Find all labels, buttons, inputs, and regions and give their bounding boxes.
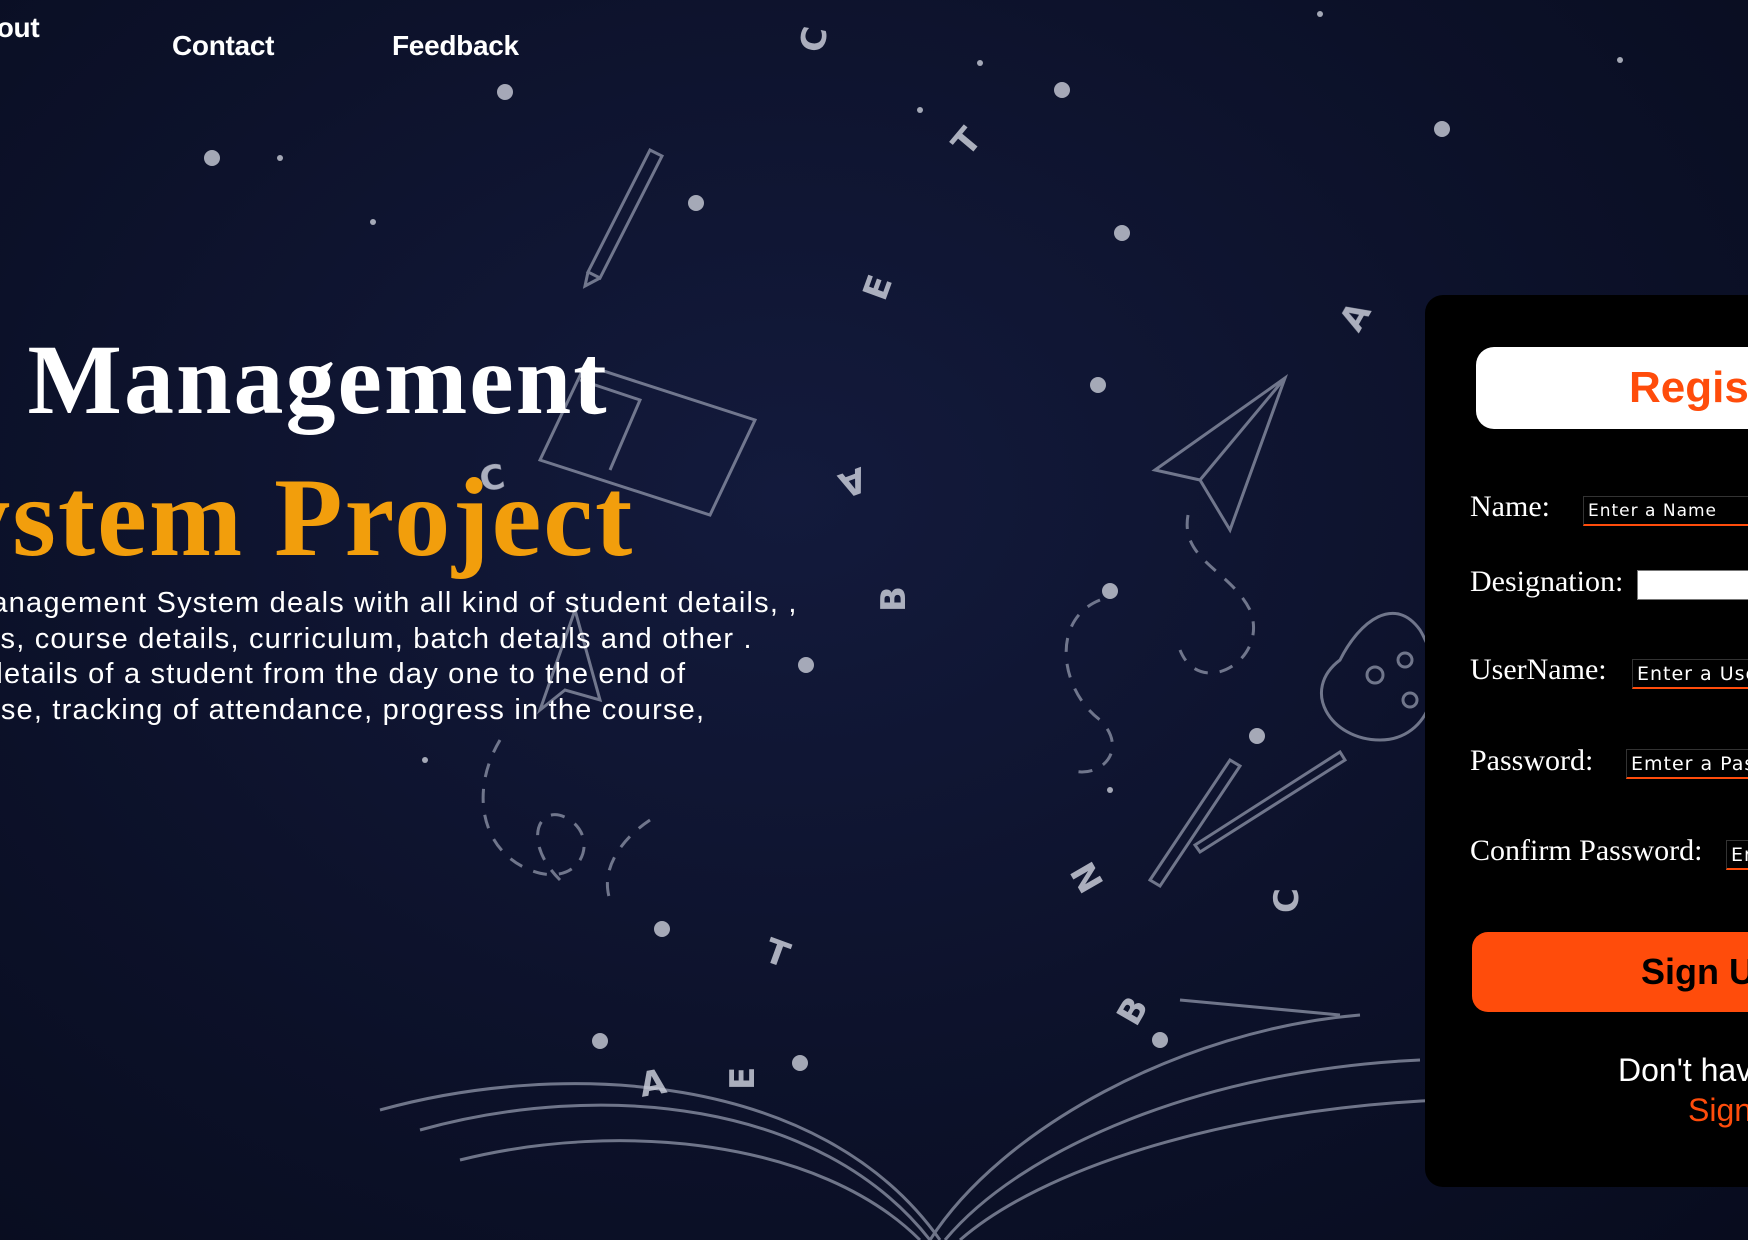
sign-in-link[interactable]: Sign In: [1688, 1092, 1748, 1129]
password-input[interactable]: [1626, 749, 1748, 779]
svg-text:A: A: [637, 1062, 671, 1106]
svg-text:A: A: [833, 458, 872, 505]
nav-contact[interactable]: Contact: [172, 30, 274, 62]
svg-text:T: T: [759, 931, 795, 977]
svg-text:N: N: [1063, 855, 1112, 900]
name-input[interactable]: [1583, 496, 1748, 526]
svg-text:E: E: [723, 1067, 763, 1090]
name-label: Name:: [1470, 490, 1550, 523]
page: C T E A A B C N C T A E B About Contact …: [0, 0, 1748, 1240]
nav-feedback[interactable]: Feedback: [392, 30, 519, 62]
hero-description: College Management System deals with all…: [0, 586, 798, 728]
svg-text:B: B: [874, 586, 914, 612]
username-label: UserName:: [1470, 653, 1607, 686]
nav-about[interactable]: About: [0, 12, 40, 44]
username-input[interactable]: [1632, 659, 1748, 689]
hero-description-line: College Management System deals with all…: [0, 587, 798, 619]
hero-description-line: academic details, course details, curric…: [0, 622, 753, 655]
svg-text:E: E: [856, 270, 902, 306]
hero-description-line: It tracks all the details of a student f…: [0, 658, 687, 690]
confirm-password-input[interactable]: [1726, 840, 1748, 870]
svg-text:C: C: [793, 24, 837, 56]
hero-title: College Management: [0, 324, 609, 435]
account-note: Don't have an account?: [1618, 1052, 1748, 1088]
svg-text:T: T: [944, 120, 990, 164]
hero-subtitle: System Project: [0, 456, 635, 580]
confirm-password-label: Confirm Password:: [1470, 834, 1703, 867]
designation-select[interactable]: ⌄: [1637, 570, 1748, 600]
svg-text:C: C: [1267, 888, 1307, 913]
register-title: Register: [1629, 363, 1748, 412]
designation-label: Designation:: [1470, 565, 1624, 598]
password-label: Password:: [1470, 744, 1594, 777]
svg-text:B: B: [1109, 990, 1157, 1032]
svg-text:A: A: [1332, 295, 1380, 338]
sign-up-button[interactable]: Sign Up: [1472, 932, 1748, 1012]
hero-description-line: the course purpose, tracking of attendan…: [0, 693, 706, 726]
